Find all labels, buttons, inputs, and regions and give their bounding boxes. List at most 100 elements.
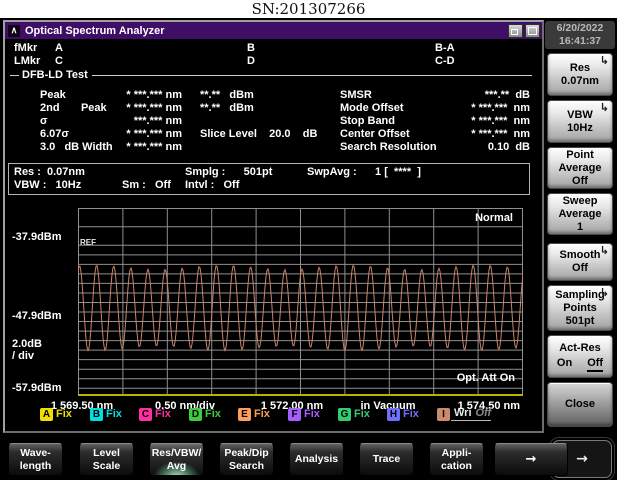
meas-value: * ***.*** nm [410,128,530,140]
optical-attenuator-status: Opt. Att On [415,372,515,384]
status-sampling: Smplg : 501pt [185,166,272,178]
trace-indicator-g: GFix [338,407,370,421]
trace-e-badge: E [238,408,251,421]
meas-label: σ [40,115,48,127]
instrument-screen: ∧ Optical Spectrum Analyzer fMkr A B B-A… [0,18,617,480]
menu-application[interactable]: Appli- cation [429,443,484,476]
softkey-sampling-points[interactable]: ↳ Sampling Points 501pt [547,285,613,331]
osa-window: ∧ Optical Spectrum Analyzer fMkr A B B-A… [3,20,544,433]
status-smooth: Sm : Off [122,179,171,191]
menu-res-vbw-avg-active[interactable]: Res/VBW/ Avg [149,443,204,476]
trace-indicator-f: FFix [288,407,320,421]
submenu-arrow-icon: ↳ [600,244,609,257]
softkey-res[interactable]: ↳ Res 0.07nm [547,53,613,96]
trace-b-badge: B [90,408,103,421]
trace-indicator-h: HFix [387,407,419,421]
lmkr-c: C [55,55,63,67]
minimize-button[interactable] [508,24,523,38]
sweep-status-box: Res : 0.07nm Smplg : 501pt SwpAvg : 1 [ … [8,163,530,195]
trace-e-state: Fix [254,408,270,420]
act-res-on-option[interactable]: On [557,357,572,372]
meas-value: * ***.*** nm [410,102,530,114]
trace-b-state: Fix [106,408,122,420]
spectrum-graph [78,208,523,396]
trace-d-badge: D [189,408,202,421]
trace-indicator-b: BFix [90,407,122,421]
meas-value: * ***.*** nm [85,141,182,153]
lmkr-delta: C-D [435,55,455,67]
trace-indicator-d: DFix [189,407,221,421]
time-label: 16:41:37 [559,35,601,48]
ref-line-label: REF [80,238,96,247]
status-vbw: VBW : 10Hz [14,179,81,191]
menu-wavelength[interactable]: Wave- length [8,443,63,476]
meas-value: 0.10 dB [410,141,530,153]
date-label: 6/20/2022 [557,22,604,35]
meas-value: ***.*** nm [85,115,182,127]
meas-label: Stop Band [340,115,395,127]
submenu-arrow-icon: ↳ [600,101,609,114]
y-scale-value: 2.0dB [12,338,42,350]
right-arrow-icon: → [576,451,588,467]
window-title: Optical Spectrum Analyzer [25,25,508,37]
menu-peak-dip-search[interactable]: Peak/Dip Search [219,443,274,476]
softkey-act-res[interactable]: Act-Res On Off [547,335,613,378]
submenu-arrow-icon: ↳ [600,54,609,67]
fmkr-a: A [55,42,63,54]
meas-extra: **.** dBm [200,102,254,114]
meas-label: Mode Offset [340,102,404,114]
meas-value: * ***.*** nm [85,89,182,101]
minimize-icon [511,29,518,35]
menu-trace[interactable]: Trace [359,443,414,476]
menu-analysis[interactable]: Analysis [289,443,344,476]
meas-extra: **.** dBm [200,89,254,101]
trace-c-state: Fix [155,408,171,420]
softkey-smooth[interactable]: ↳ Smooth Off [547,243,613,281]
trace-a-badge: A [40,408,53,421]
meas-label: Peak [40,89,66,101]
y-axis-bottom-level: -57.9dBm [12,382,62,394]
section-separator: DFB-LD Test [10,69,532,81]
softkey-vbw[interactable]: ↳ VBW 10Hz [547,100,613,143]
meas-value: ***.** dB [410,89,530,101]
act-res-off-option-selected[interactable]: Off [587,357,603,372]
meas-label: 6.07σ [40,128,69,140]
lmkr-d: D [247,55,255,67]
meas-label: Center Offset [340,128,410,140]
status-interval: Intvl : Off [185,179,239,191]
meas-label: SMSR [340,89,372,101]
section-title: DFB-LD Test [22,69,88,81]
maximize-button[interactable] [525,24,540,38]
trace-c-badge: C [139,408,152,421]
fmkr-label: fMkr [14,42,37,54]
softkey-point-average[interactable]: Point Average Off [547,147,613,189]
status-sweep-average: SwpAvg : 1 [ **** ] [307,166,421,178]
trace-indicator-a: AFix [40,407,72,421]
meas-value: * ***.*** nm [85,128,182,140]
softkey-close[interactable]: Close [547,382,613,427]
serial-number-label: SN:201307266 [0,0,617,18]
trace-indicator-i: IWriOff [437,407,491,421]
menu-more-button[interactable]: → [494,443,568,476]
softkey-sweep-average[interactable]: Sweep Average 1 [547,193,613,235]
trace-i-write-state: WriOff [451,407,491,421]
trace-g-state: Fix [354,408,370,420]
y-axis-mid-level: -47.9dBm [12,310,62,322]
meas-value: * ***.*** nm [410,115,530,127]
trace-a-state: Fix [56,408,72,420]
menu-level-scale[interactable]: Level Scale [79,443,134,476]
trace-indicator-c: CFix [139,407,171,421]
separator-dash [10,75,19,76]
separator-line [92,75,532,76]
submenu-arrow-icon: ↳ [600,286,609,299]
slice-level: Slice Level 20.0 dB [200,128,317,140]
trace-h-badge: H [387,408,400,421]
status-res: Res : 0.07nm [14,166,85,178]
y-axis-ref-level: -37.9dBm [12,231,62,243]
y-scale-unit: / div [12,350,34,362]
trace-f-state: Fix [304,408,320,420]
maximize-icon [528,27,537,35]
lmkr-label: LMkr [14,55,40,67]
trace-h-state: Fix [403,408,419,420]
trace-indicator-e: EFix [238,407,270,421]
